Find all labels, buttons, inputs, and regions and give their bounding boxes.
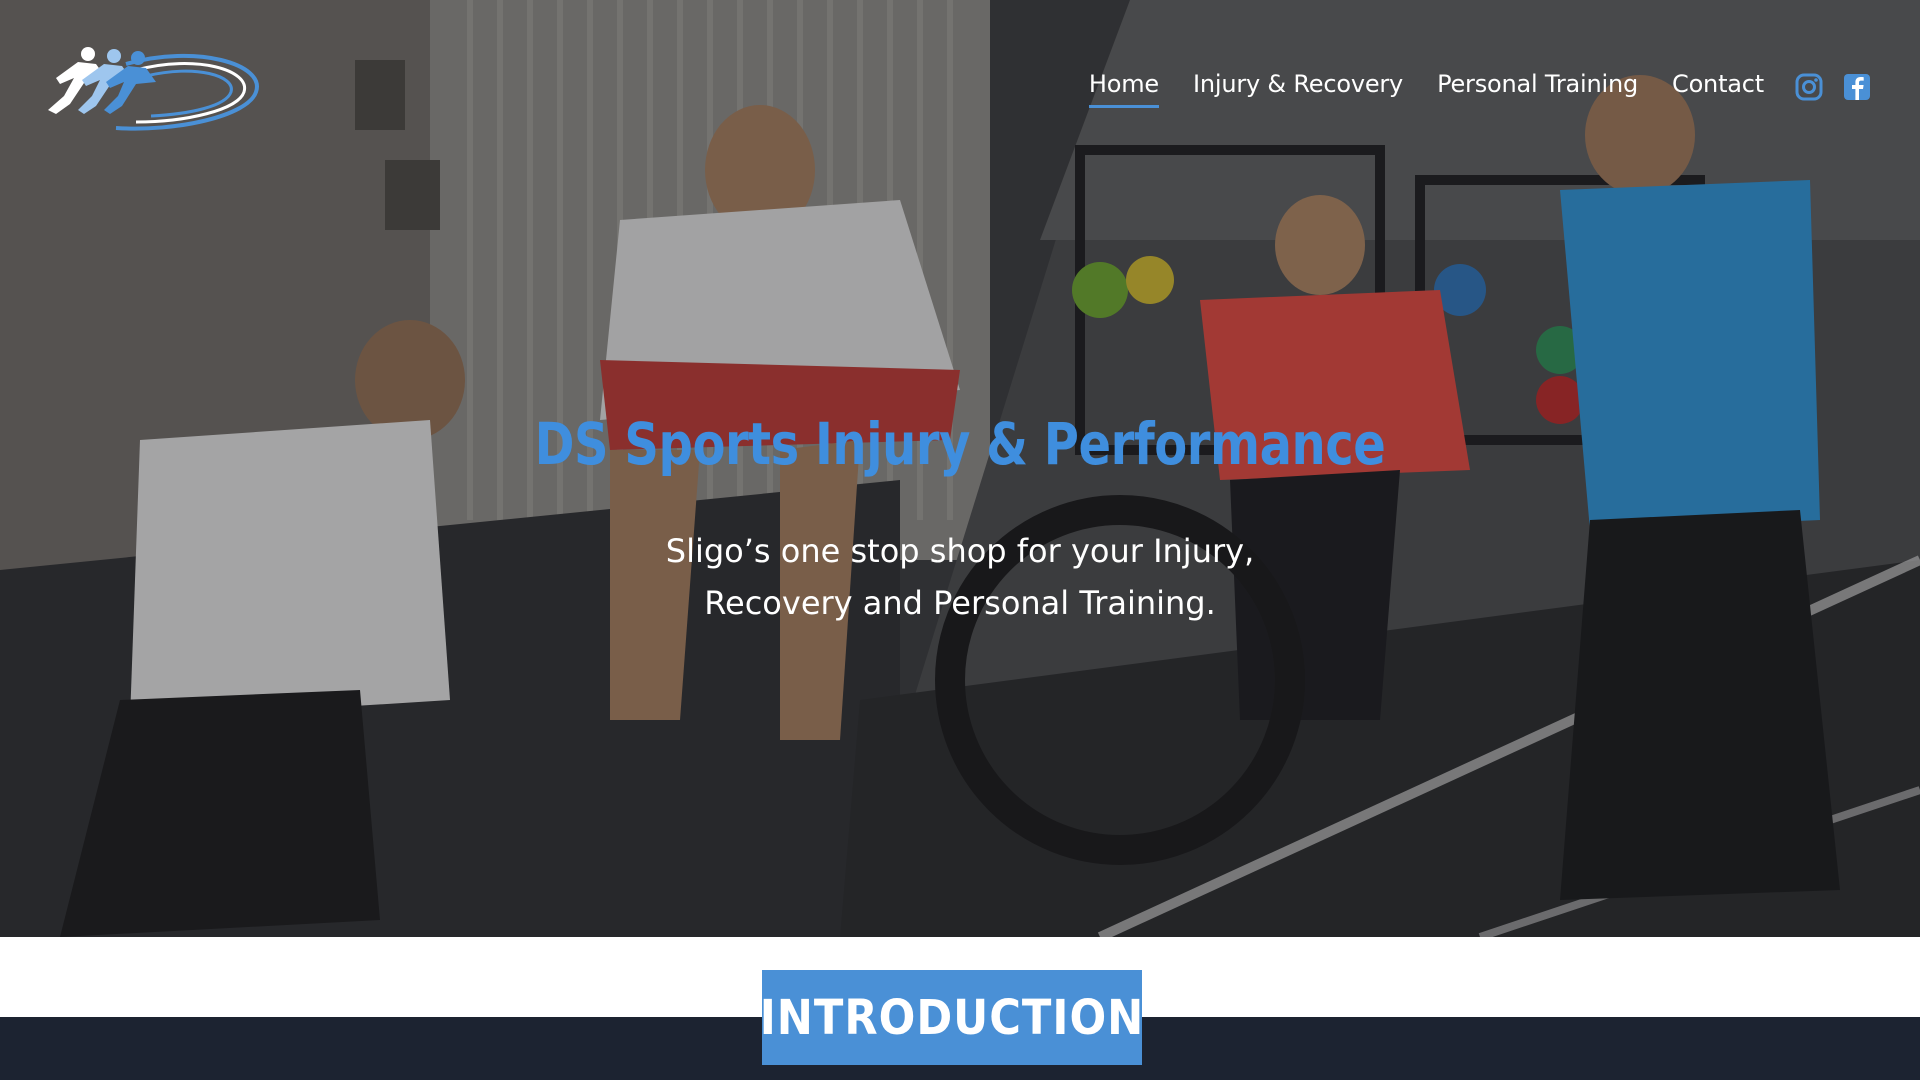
- hero-subtitle-line-1: Sligo’s one stop shop for your Injury,: [665, 532, 1255, 570]
- nav-contact[interactable]: Contact: [1672, 70, 1764, 104]
- nav-personal-training[interactable]: Personal Training: [1437, 70, 1638, 104]
- main-navigation: Home Injury & Recovery Personal Training…: [1055, 70, 1872, 108]
- hero-title: DS Sports Injury & Performance: [534, 410, 1386, 478]
- intro-heading: INTRODUCTION: [760, 970, 1143, 1065]
- instagram-icon[interactable]: [1794, 72, 1824, 102]
- social-links: [1794, 72, 1872, 102]
- hero-subtitle-line-2: Recovery and Personal Training.: [704, 584, 1216, 622]
- nav-injury-recovery[interactable]: Injury & Recovery: [1193, 70, 1403, 104]
- sprinters-logo-icon[interactable]: [26, 44, 264, 134]
- hero-section: Home Injury & Recovery Personal Training…: [0, 0, 1920, 937]
- hero-subtitle: Sligo’s one stop shop for your Injury, R…: [560, 525, 1360, 629]
- nav-home[interactable]: Home: [1088, 70, 1159, 108]
- facebook-icon[interactable]: [1842, 72, 1872, 102]
